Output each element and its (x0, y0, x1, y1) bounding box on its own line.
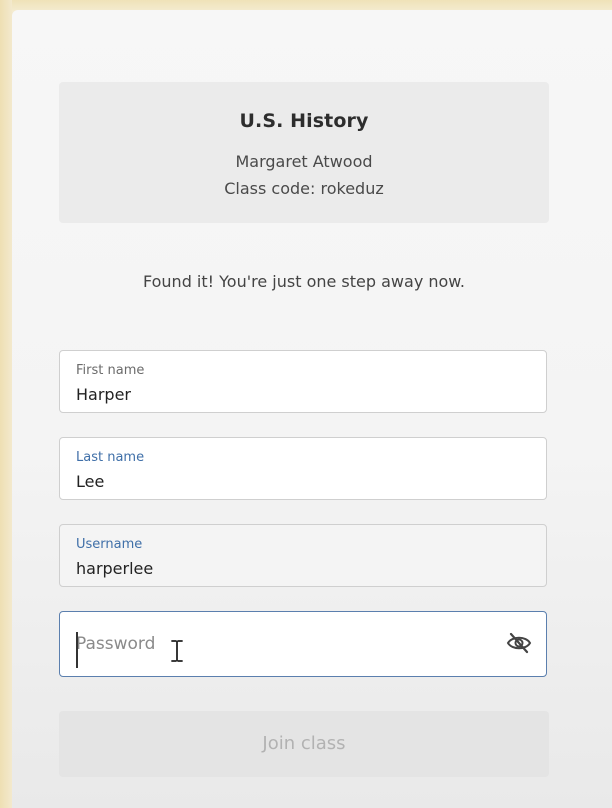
last-name-field[interactable]: Last name Lee (59, 437, 547, 500)
window-frame-left (0, 0, 12, 808)
password-placeholder: Password (76, 634, 156, 654)
class-code: Class code: rokeduz (224, 179, 384, 198)
last-name-label: Last name (76, 450, 145, 465)
join-class-button[interactable]: Join class (59, 711, 549, 777)
text-caret (76, 632, 78, 668)
first-name-label: First name (76, 363, 145, 378)
password-field[interactable]: Password (59, 611, 547, 677)
eye-slash-icon[interactable] (506, 631, 532, 655)
status-message: Found it! You're just one step away now. (142, 272, 465, 291)
text-cursor-icon (170, 640, 184, 662)
username-value[interactable]: harperlee (76, 559, 153, 578)
class-info-card: U.S. History Margaret Atwood Class code:… (59, 82, 549, 223)
join-class-panel: U.S. History Margaret Atwood Class code:… (12, 10, 612, 808)
first-name-field[interactable]: First name Harper (59, 350, 547, 413)
last-name-value[interactable]: Lee (76, 472, 104, 491)
class-title: U.S. History (239, 110, 369, 132)
first-name-value[interactable]: Harper (76, 385, 131, 404)
username-label: Username (76, 537, 143, 552)
class-teacher: Margaret Atwood (235, 152, 373, 171)
username-field[interactable]: Username harperlee (59, 524, 547, 587)
